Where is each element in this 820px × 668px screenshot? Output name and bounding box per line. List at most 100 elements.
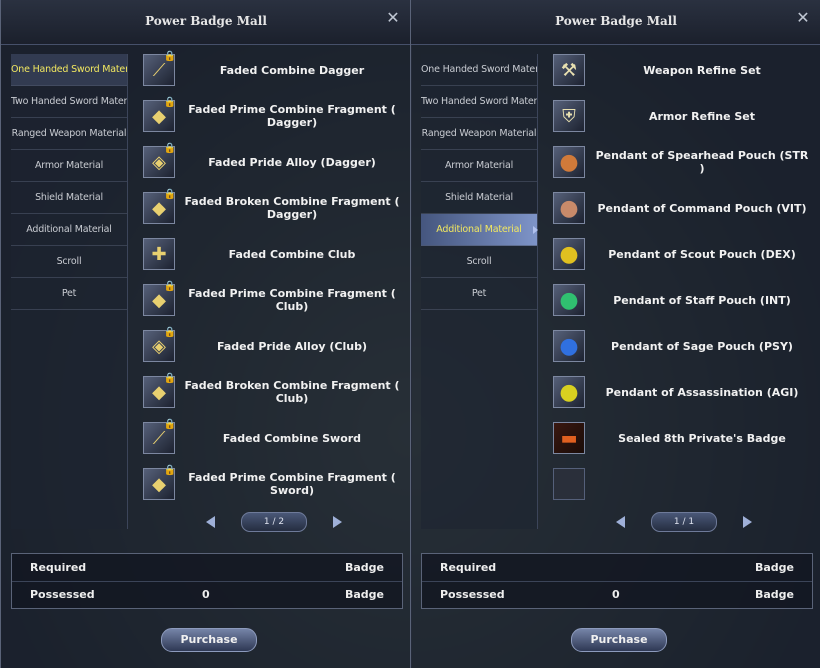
page-indicator: 1 / 2 (241, 512, 307, 532)
mall-item[interactable]: ● Pendant of Sage Pouch (PSY) (549, 326, 819, 372)
possessed-unit: Badge (754, 588, 794, 601)
category-ranged-weapon-material[interactable]: Ranged Weapon Material (421, 118, 537, 150)
mall-item[interactable]: ▬ Sealed 8th Private's Badge (549, 418, 819, 464)
window-title: Power Badge Mall (145, 14, 267, 28)
window-header: Power Badge Mall ✕ (411, 0, 820, 45)
lock-icon: 🔒 (163, 419, 176, 430)
item-name: Sealed 8th Private's Badge (618, 431, 786, 445)
possessed-row: Possessed 0 Badge (12, 581, 402, 608)
category-sidebar: One Handed Sword Material Two Handed Swo… (11, 54, 128, 529)
mall-item-list: ⟋ 🔒 Faded Combine Dagger ◆ 🔒 Faded Prime C… (139, 50, 409, 510)
mall-item[interactable]: ✚ Faded Combine Club (139, 234, 409, 280)
item-name: Faded Pride Alloy (Club) (217, 339, 367, 353)
possessed-unit: Badge (344, 588, 384, 601)
item-name: Pendant of Command Pouch (VIT) (597, 201, 807, 215)
required-label: Required (30, 561, 87, 574)
category-sidebar: One Handed Sword Material Two Handed Swo… (421, 54, 538, 529)
pouch-icon: ● (553, 376, 585, 408)
mall-item[interactable]: ◈ 🔒 Faded Pride Alloy (Dagger) (139, 142, 409, 188)
mall-item[interactable]: ● Pendant of Assassination (AGI) (549, 372, 819, 418)
club-icon: ✚ (143, 238, 175, 270)
fragment-icon: ◆ 🔒 (143, 465, 176, 500)
empty-slot-icon (553, 468, 585, 500)
required-row: Required Badge (422, 554, 812, 582)
mall-item[interactable]: ● Pendant of Staff Pouch (INT) (549, 280, 819, 326)
window-header: Power Badge Mall ✕ (1, 0, 411, 45)
power-badge-mall-window-right: Power Badge Mall ✕ One Handed Sword Mate… (410, 0, 820, 668)
item-name: Faded Prime Combine Fragment ( Sword) (188, 471, 396, 497)
lock-icon: 🔒 (163, 97, 176, 108)
category-scroll[interactable]: Scroll (421, 246, 537, 278)
alloy-icon: ◈ 🔒 (143, 143, 176, 178)
mall-item[interactable]: ⟋ 🔒 Faded Combine Dagger (139, 50, 409, 96)
prev-page-icon[interactable] (206, 516, 215, 528)
selected-category-marker-icon (533, 226, 538, 234)
category-additional-material[interactable]: Additional Material (421, 214, 537, 246)
item-name: Faded Prime Combine Fragment ( Dagger) (188, 103, 396, 129)
lock-icon: 🔒 (163, 327, 176, 338)
next-page-icon[interactable] (333, 516, 342, 528)
close-icon[interactable]: ✕ (795, 10, 811, 26)
item-name: Faded Pride Alloy (Dagger) (208, 155, 376, 169)
category-additional-material[interactable]: Additional Material (11, 214, 127, 246)
required-row: Required Badge (12, 554, 402, 582)
mall-item[interactable]: ● Pendant of Command Pouch (VIT) (549, 188, 819, 234)
category-pet[interactable]: Pet (11, 278, 127, 310)
item-name (593, 464, 811, 504)
dagger-icon: ⟋ 🔒 (143, 51, 176, 86)
prev-page-icon[interactable] (616, 516, 625, 528)
lock-icon: 🔒 (163, 143, 176, 154)
category-two-handed-sword-material[interactable]: Two Handed Sword Material (421, 86, 537, 118)
item-name: Faded Broken Combine Fragment ( Club) (184, 379, 400, 405)
pagination: 1 / 1 (549, 512, 819, 532)
purchase-button[interactable]: Purchase (161, 628, 257, 652)
required-unit: Badge (754, 561, 794, 574)
item-name: Pendant of Staff Pouch (INT) (613, 293, 791, 307)
category-shield-material[interactable]: Shield Material (11, 182, 127, 214)
mall-item[interactable]: ◆ 🔒 Faded Broken Combine Fragment ( Club) (139, 372, 409, 418)
category-pet[interactable]: Pet (421, 278, 537, 310)
category-armor-material[interactable]: Armor Material (11, 150, 127, 182)
item-name: Pendant of Assassination (AGI) (605, 385, 799, 399)
mall-item[interactable]: ◆ 🔒 Faded Prime Combine Fragment ( Club) (139, 280, 409, 326)
possessed-value: 0 (612, 588, 620, 601)
item-name: Faded Combine Sword (222, 431, 362, 445)
alloy-icon: ◈ 🔒 (143, 327, 176, 362)
mall-item[interactable]: ◆ 🔒 Faded Prime Combine Fragment ( Dagger… (139, 96, 409, 142)
purchase-button[interactable]: Purchase (571, 628, 667, 652)
mall-item[interactable]: ● Pendant of Spearhead Pouch (STR ) (549, 142, 819, 188)
category-scroll[interactable]: Scroll (11, 246, 127, 278)
pouch-icon: ● (553, 238, 585, 270)
category-ranged-weapon-material[interactable]: Ranged Weapon Material (11, 118, 127, 150)
lock-icon: 🔒 (163, 281, 176, 292)
item-name: Pendant of Spearhead Pouch (STR ) (595, 149, 809, 175)
item-name: Pendant of Sage Pouch (PSY) (611, 339, 793, 353)
category-one-handed-sword-material[interactable]: One Handed Sword Material (421, 54, 537, 86)
mall-item[interactable]: ◈ 🔒 Faded Pride Alloy (Club) (139, 326, 409, 372)
sword-icon: ⟋ 🔒 (143, 419, 176, 454)
fragment-icon: ◆ 🔒 (143, 281, 176, 316)
fragment-icon: ◆ 🔒 (143, 189, 176, 224)
mall-item[interactable]: ◆ 🔒 Faded Broken Combine Fragment ( Dagge… (139, 188, 409, 234)
category-armor-material[interactable]: Armor Material (421, 150, 537, 182)
cost-summary: Required Badge Possessed 0 Badge (11, 553, 403, 609)
category-two-handed-sword-material[interactable]: Two Handed Sword Material (11, 86, 127, 118)
category-one-handed-sword-material[interactable]: One Handed Sword Material (11, 54, 127, 86)
mall-item[interactable]: ⟋ 🔒 Faded Combine Sword (139, 418, 409, 464)
mall-item[interactable]: ● Pendant of Scout Pouch (DEX) (549, 234, 819, 280)
mall-item[interactable]: ◆ 🔒 Faded Prime Combine Fragment ( Sword) (139, 464, 409, 510)
mall-item[interactable]: ⚒ Weapon Refine Set (549, 50, 819, 96)
pouch-icon: ● (553, 192, 585, 224)
page-indicator: 1 / 1 (651, 512, 717, 532)
category-shield-material[interactable]: Shield Material (421, 182, 537, 214)
close-icon[interactable]: ✕ (385, 10, 401, 26)
lock-icon: 🔒 (163, 373, 176, 384)
next-page-icon[interactable] (743, 516, 752, 528)
pouch-icon: ● (553, 330, 585, 362)
item-name: Faded Broken Combine Fragment ( Dagger) (184, 195, 400, 221)
pouch-icon: ● (553, 146, 585, 178)
mall-item[interactable]: ⛨ Armor Refine Set (549, 96, 819, 142)
required-label: Required (440, 561, 497, 574)
window-title: Power Badge Mall (555, 14, 677, 28)
mall-item-list: ⚒ Weapon Refine Set ⛨ Armor Refine Set ●… (549, 50, 819, 510)
